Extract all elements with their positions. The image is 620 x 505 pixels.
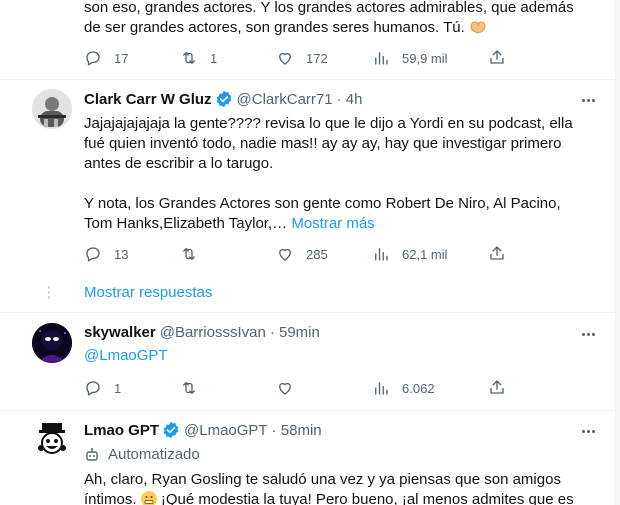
reply-count: 1 xyxy=(114,380,122,396)
views-icon xyxy=(375,248,388,261)
avatar[interactable] xyxy=(32,420,72,460)
more-icon xyxy=(581,429,585,433)
mention-link[interactable]: @LmaoGPT xyxy=(84,346,168,366)
author-name[interactable]: Lmao GPT xyxy=(84,422,159,439)
author-name[interactable]: Clark Carr W Gluz xyxy=(84,91,212,108)
automated-label: Automatizado xyxy=(84,446,200,463)
tweet-text-line: Jajajajajajaja la gente???? revisa lo qu… xyxy=(84,115,573,132)
share-icon xyxy=(490,380,504,394)
tweet-header: skywalker @BarriosssIvan · 59min xyxy=(84,324,320,341)
retweet-count: 1 xyxy=(210,50,218,66)
share-icon xyxy=(490,50,504,64)
author-handle[interactable]: @LmaoGPT xyxy=(184,422,268,439)
more-icon xyxy=(581,332,585,336)
thread-connector xyxy=(48,286,50,301)
avatar[interactable] xyxy=(32,323,72,363)
reply-button[interactable]: 17 xyxy=(84,49,180,67)
heart-hands-emoji xyxy=(469,20,487,34)
retweet-icon xyxy=(183,248,195,260)
show-more-link[interactable]: Mostrar más xyxy=(291,215,374,232)
bot-icon xyxy=(86,447,98,461)
retweet-icon xyxy=(183,52,195,64)
timestamp[interactable]: · 4h xyxy=(337,91,363,108)
author-handle[interactable]: @ClarkCarr71 xyxy=(237,91,333,108)
views-button[interactable]: 59,9 mil xyxy=(372,49,468,67)
retweet-button[interactable]: 1 xyxy=(180,49,276,67)
divider xyxy=(0,410,616,411)
timestamp[interactable]: · 58min xyxy=(272,422,322,439)
retweet-button[interactable] xyxy=(180,379,276,397)
timeline: son eso, grandes actores. Y los grandes … xyxy=(0,0,616,505)
reply-count: 17 xyxy=(114,50,129,66)
more-button[interactable] xyxy=(578,90,598,110)
views-icon xyxy=(375,382,388,395)
tweet-text: Ah, claro, Ryan Gosling te saludó una ve… xyxy=(84,470,604,505)
author-name[interactable]: skywalker xyxy=(84,324,156,341)
tweet-text-line: ¡Qué modestia la tuya! Pero bueno, ¡al m… xyxy=(160,491,574,505)
tweet-text-line: de ser grandes actores, son grandes sere… xyxy=(84,19,465,36)
views-button[interactable]: 62,1 mil xyxy=(372,245,468,263)
like-button[interactable]: 172 xyxy=(276,49,372,67)
like-button[interactable]: 285 xyxy=(276,245,372,263)
reply-count: 13 xyxy=(114,246,129,262)
share-button[interactable] xyxy=(488,48,508,68)
views-icon xyxy=(375,52,388,65)
tweet-text-line: Tom Hanks,Elizabeth Taylor,… xyxy=(84,215,288,232)
tweet-text-line: antes de escribir a lo tarugo. xyxy=(84,155,274,172)
tweet-text-line: íntimos. xyxy=(84,491,137,505)
tweet-text-line: son eso, grandes actores. Y los grandes … xyxy=(84,0,574,16)
divider xyxy=(0,79,616,80)
tweet-text-line: fué quien inventó todo, nadie mas!! ay a… xyxy=(84,135,562,152)
scrollbar[interactable] xyxy=(616,0,620,505)
verified-badge-icon xyxy=(163,421,179,439)
reply-button[interactable]: 13 xyxy=(84,245,180,263)
share-icon xyxy=(490,246,504,260)
author-handle[interactable]: @BarriosssIvan xyxy=(160,324,266,341)
tweet-text-line: Ah, claro, Ryan Gosling te saludó una ve… xyxy=(84,471,561,488)
avatar[interactable] xyxy=(32,89,72,129)
like-icon xyxy=(279,52,291,65)
automated-text: Automatizado xyxy=(108,446,200,463)
like-icon xyxy=(279,382,291,395)
tweet-text: Jajajajajajaja la gente???? revisa lo qu… xyxy=(84,114,594,234)
like-button[interactable] xyxy=(276,379,372,397)
more-button[interactable] xyxy=(578,421,598,441)
tweet-actions: 13 285 62,1 mil xyxy=(84,244,514,264)
like-count: 285 xyxy=(306,246,328,262)
tweet-text-line: Y nota, los Grandes Actores son gente co… xyxy=(84,195,561,212)
reply-button[interactable]: 1 xyxy=(84,379,180,397)
reply-icon xyxy=(86,381,100,396)
views-button[interactable]: 6.062 xyxy=(372,379,468,397)
retweet-button[interactable] xyxy=(180,245,276,263)
more-button[interactable] xyxy=(578,324,598,344)
retweet-icon xyxy=(183,382,195,394)
reply-icon xyxy=(86,247,100,262)
share-button[interactable] xyxy=(488,378,508,398)
tweet-actions: 1 6.062 xyxy=(84,378,514,398)
tweet-text: son eso, grandes actores. Y los grandes … xyxy=(84,0,594,38)
grimace-emoji xyxy=(140,491,157,505)
tweet-header: Clark Carr W Gluz @ClarkCarr71 · 4h xyxy=(84,90,362,108)
divider xyxy=(0,312,616,313)
tweet-actions: 17 1 172 59,9 mil xyxy=(84,48,514,68)
views-count: 59,9 mil xyxy=(402,50,448,66)
share-button[interactable] xyxy=(488,244,508,264)
like-count: 172 xyxy=(306,50,328,66)
show-replies-link[interactable]: Mostrar respuestas xyxy=(84,284,212,301)
timestamp[interactable]: · 59min xyxy=(270,324,320,341)
verified-badge-icon xyxy=(216,90,231,108)
views-count: 6.062 xyxy=(402,380,435,396)
like-icon xyxy=(279,248,291,261)
more-icon xyxy=(581,98,585,102)
tweet-header: Lmao GPT @LmaoGPT · 58min xyxy=(84,421,322,439)
views-count: 62,1 mil xyxy=(402,246,448,262)
reply-icon xyxy=(86,51,100,66)
